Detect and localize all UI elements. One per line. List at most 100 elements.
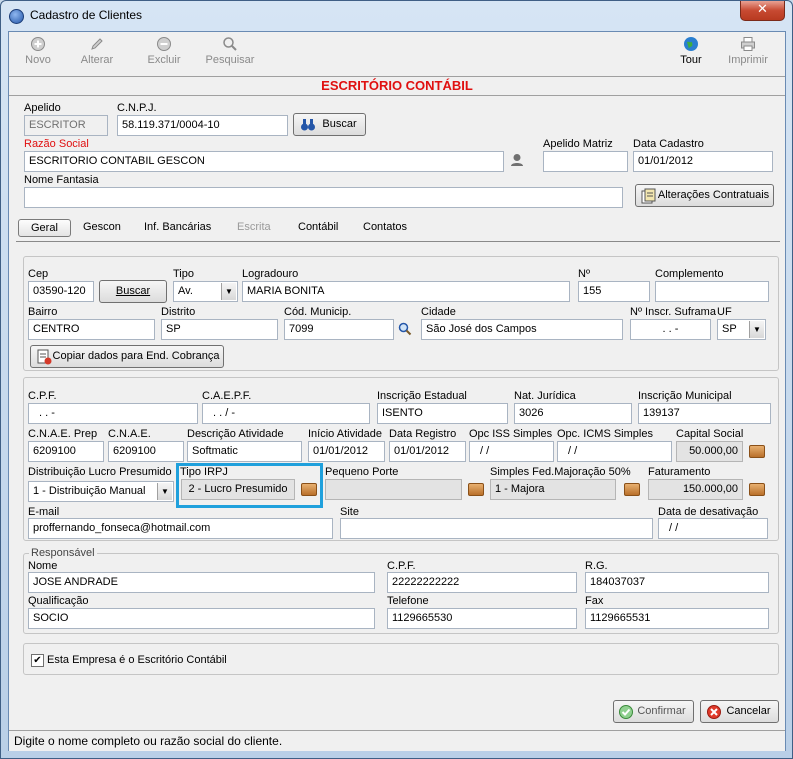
cnae-field[interactable]: 6209100 — [108, 441, 184, 462]
add-icon — [31, 37, 45, 51]
im-field[interactable]: 139137 — [638, 403, 771, 424]
person-icon[interactable] — [510, 153, 524, 167]
uf-label: UF — [717, 306, 732, 318]
cancel-icon — [707, 705, 721, 719]
email-field[interactable]: proffernando_fonseca@hotmail.com — [28, 518, 333, 539]
status-bar: Digite o nome completo ou razão social d… — [9, 730, 785, 751]
chevron-down-icon[interactable]: ▼ — [749, 321, 764, 338]
cep-buscar-button[interactable]: Buscar — [99, 280, 167, 303]
imprimir-button[interactable]: Imprimir — [723, 36, 773, 66]
nat-juridica-field[interactable]: 3026 — [514, 403, 632, 424]
copiar-cobranca-button[interactable]: Copiar dados para End. Cobrança — [30, 345, 224, 368]
tab-contatos[interactable]: Contatos — [363, 221, 407, 233]
caepf-field[interactable]: . . / - — [202, 403, 370, 424]
pequeno-porte-label: Pequeno Porte — [325, 466, 399, 478]
numero-field[interactable]: 155 — [578, 281, 650, 302]
inicio-atividade-label: Início Atividade — [308, 428, 382, 440]
apelido-field[interactable]: ESCRITOR — [24, 115, 108, 136]
opc-iss-field[interactable]: / / — [469, 441, 554, 462]
data-registro-field[interactable]: 01/01/2012 — [389, 441, 466, 462]
excluir-button[interactable]: Excluir — [142, 36, 186, 66]
folder-icon[interactable] — [624, 483, 640, 496]
tipo-irpj-field[interactable]: 2 - Lucro Presumido — [181, 479, 295, 500]
desativacao-field[interactable]: / / — [658, 518, 768, 539]
logradouro-field[interactable]: MARIA BONITA — [242, 281, 570, 302]
alterar-button[interactable]: Alterar — [75, 36, 119, 66]
suframa-field[interactable]: . . - — [630, 319, 711, 340]
escritorio-checkbox[interactable]: ✔ — [31, 654, 44, 667]
imprimir-label: Imprimir — [728, 54, 768, 66]
cnae-label: C.N.A.E. — [108, 428, 151, 440]
suframa-label: Nº Inscr. Suframa — [630, 306, 716, 318]
pesquisar-label: Pesquisar — [205, 54, 255, 66]
copiar-label: Copiar dados para End. Cobrança — [52, 350, 220, 362]
close-button[interactable]: ✕ — [740, 1, 785, 21]
bairro-label: Bairro — [28, 306, 58, 318]
toolbar: Novo Alterar Excluir Pesquisar Tour Impr… — [9, 32, 785, 74]
cnpj-field[interactable]: 58.119.371/0004-10 — [117, 115, 288, 136]
site-field[interactable] — [340, 518, 653, 539]
folder-icon[interactable] — [749, 483, 765, 496]
cnpj-label: C.N.P.J. — [117, 102, 157, 114]
apelido-matriz-field[interactable] — [543, 151, 628, 172]
telefone-field[interactable]: 1129665530 — [387, 608, 577, 629]
cep-field[interactable]: 03590-120 — [28, 281, 94, 302]
responsavel-group-label: Responsável — [29, 547, 97, 559]
tour-label: Tour — [680, 54, 702, 66]
dist-lucro-select[interactable]: 1 - Distribuição Manual ▼ — [28, 481, 174, 502]
cnpj-buscar-button[interactable]: Buscar — [293, 113, 366, 136]
fax-field[interactable]: 1129665531 — [585, 608, 769, 629]
window-title: Cadastro de Clientes — [30, 8, 143, 22]
uf-select[interactable]: SP ▼ — [717, 319, 766, 340]
novo-button[interactable]: Novo — [23, 36, 53, 66]
ie-label: Inscrição Estadual — [377, 390, 467, 402]
nome-fantasia-label: Nome Fantasia — [24, 174, 99, 186]
im-label: Inscrição Municipal — [638, 390, 732, 402]
tab-inf-bancarias[interactable]: Inf. Bancárias — [144, 221, 211, 233]
opc-icms-field[interactable]: / / — [557, 441, 672, 462]
folder-icon[interactable] — [468, 483, 484, 496]
resp-nome-label: Nome — [28, 560, 58, 572]
fax-label: Fax — [585, 595, 604, 607]
simples-field[interactable]: 1 - Majora — [490, 479, 616, 500]
cancelar-button[interactable]: Cancelar — [700, 700, 779, 723]
chevron-down-icon[interactable]: ▼ — [157, 483, 172, 500]
cnae-prep-field[interactable]: 6209100 — [28, 441, 104, 462]
alteracoes-contratuais-button[interactable]: Alterações Contratuais — [635, 184, 774, 207]
cidade-field[interactable]: São José dos Campos — [421, 319, 623, 340]
qualificacao-field[interactable]: SOCIO — [28, 608, 375, 629]
ie-field[interactable]: ISENTO — [377, 403, 508, 424]
folder-icon[interactable] — [301, 483, 317, 496]
cpf-field[interactable]: . . - — [28, 403, 198, 424]
confirmar-button[interactable]: Confirmar — [613, 700, 694, 723]
folder-icon[interactable] — [749, 445, 765, 458]
complemento-field[interactable] — [655, 281, 769, 302]
pesquisar-button[interactable]: Pesquisar — [202, 36, 258, 66]
client-area: Novo Alterar Excluir Pesquisar Tour Impr… — [8, 31, 786, 751]
resp-rg-field[interactable]: 184037037 — [585, 572, 769, 593]
documents-icon — [641, 188, 656, 204]
search-icon[interactable] — [398, 322, 412, 336]
tab-gescon[interactable]: Gescon — [83, 221, 121, 233]
search-icon — [223, 37, 237, 51]
tipo-select[interactable]: Av. ▼ — [173, 281, 238, 302]
cod-municip-field[interactable]: 7099 — [284, 319, 394, 340]
resp-nome-field[interactable]: JOSE ANDRADE — [28, 572, 375, 593]
inicio-atividade-field[interactable]: 01/01/2012 — [308, 441, 385, 462]
data-cadastro-label: Data Cadastro — [633, 138, 704, 150]
desc-atividade-field[interactable]: Softmatic — [187, 441, 302, 462]
telefone-label: Telefone — [387, 595, 429, 607]
razao-social-field[interactable]: ESCRITORIO CONTABIL GESCON — [24, 151, 504, 172]
resp-cpf-field[interactable]: 22222222222 — [387, 572, 577, 593]
resp-rg-label: R.G. — [585, 560, 608, 572]
nome-fantasia-field[interactable] — [24, 187, 623, 208]
distrito-field[interactable]: SP — [161, 319, 278, 340]
bairro-field[interactable]: CENTRO — [28, 319, 155, 340]
chevron-down-icon[interactable]: ▼ — [221, 283, 236, 300]
data-cadastro-field[interactable]: 01/01/2012 — [633, 151, 773, 172]
tab-contabil[interactable]: Contábil — [298, 221, 338, 233]
tab-geral[interactable]: Geral — [18, 219, 71, 237]
tour-button[interactable]: Tour — [676, 36, 706, 66]
pequeno-porte-field[interactable] — [325, 479, 462, 500]
cpf-label: C.P.F. — [28, 390, 57, 402]
